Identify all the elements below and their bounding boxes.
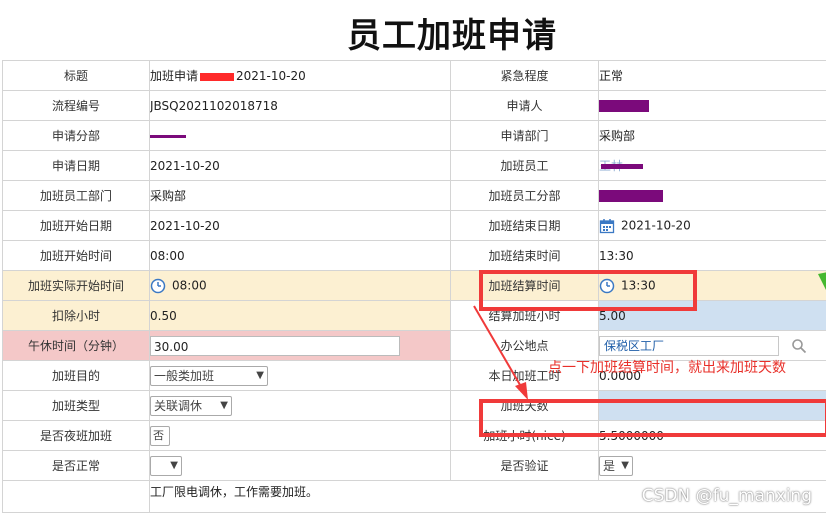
annotation-arrow [473, 305, 528, 400]
watermark: CSDN @fu_manxing [641, 486, 812, 506]
annotation-text: 点一下加班结算时间，就出来加班天数 [548, 360, 786, 376]
scroll-indicator-icon [818, 272, 826, 290]
